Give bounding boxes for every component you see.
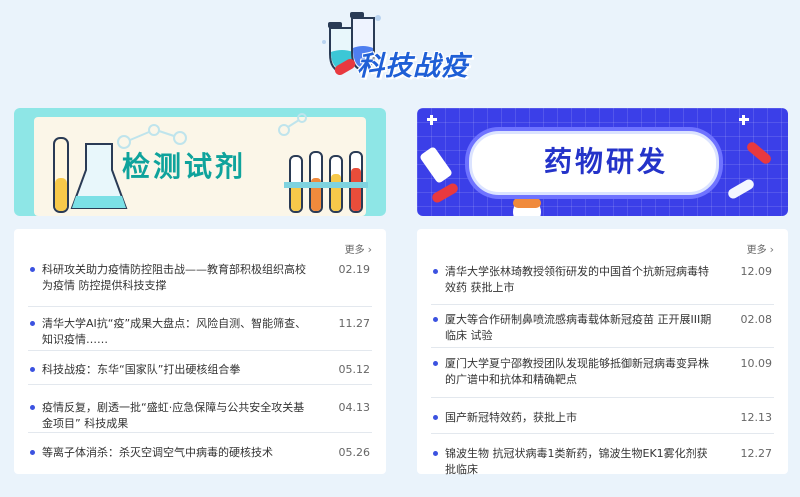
news-title[interactable]: 疫情反复，剧透一批“盛虹·应急保障与公共安全攻关基金项目” 科技成果 <box>42 400 312 432</box>
news-title[interactable]: 厦大等合作研制鼻喷流感病毒载体新冠疫苗 正开展III期临床 试验 <box>445 312 715 344</box>
banner-title-drug: 药物研发 <box>544 145 669 178</box>
news-panel-drug: 更多 › 清华大学张林琦教授领衔研发的中国首个抗新冠病毒特效药 获批上市 12.0… <box>417 229 788 476</box>
news-date: 05.12 <box>338 363 371 376</box>
bullet-dot-icon <box>30 267 35 272</box>
news-panel-detection: 更多 › 科研攻关助力疫情防控阻击战——教育部积极组织高校为疫情 防控提供科技支撑… <box>14 229 386 474</box>
list-item[interactable]: 疫情反复，剧透一批“盛虹·应急保障与公共安全攻关基金项目” 科技成果 04.13 <box>28 385 372 433</box>
list-item[interactable]: 清华大学AI抗“疫”成果大盘点：风险自测、智能筛查、知识疫情…… 11.27 <box>28 307 372 351</box>
news-date: 04.13 <box>338 401 371 414</box>
news-date: 12.09 <box>740 265 773 278</box>
news-title[interactable]: 科技战疫：东华“国家队”打出硬核组合拳 <box>42 362 312 378</box>
list-item[interactable]: 国产新冠特效药，获批上市 12.13 <box>431 398 774 434</box>
bullet-dot-icon <box>433 415 438 420</box>
list-item[interactable]: 厦门大学夏宁邵教授团队发现能够抵御新冠病毒变异株的广谱中和抗体和精确靶点 10.… <box>431 348 774 398</box>
bullet-dot-icon <box>30 321 35 326</box>
news-title[interactable]: 锦波生物 抗冠状病毒1类新药，锦波生物EK1雾化剂获批临床 <box>445 446 715 478</box>
bullet-dot-icon <box>433 361 438 366</box>
chevron-right-icon: › <box>769 243 774 256</box>
bullet-dot-icon <box>30 367 35 372</box>
bullet-dot-icon <box>433 451 438 456</box>
news-title[interactable]: 清华大学AI抗“疫”成果大盘点：风险自测、智能筛查、知识疫情…… <box>42 316 312 348</box>
list-item[interactable]: 等离子体消杀：杀灭空调空气中病毒的硬核技术 05.26 <box>28 433 372 469</box>
news-title[interactable]: 厦门大学夏宁邵教授团队发现能够抵御新冠病毒变异株的广谱中和抗体和精确靶点 <box>445 356 715 388</box>
list-item[interactable]: 科技战疫：东华“国家队”打出硬核组合拳 05.12 <box>28 351 372 385</box>
list-item[interactable]: 锦波生物 抗冠状病毒1类新药，锦波生物EK1雾化剂获批临床 12.27 <box>431 434 774 478</box>
banner-title-detection: 检测试剂 <box>122 150 247 183</box>
news-date: 05.26 <box>338 446 371 459</box>
more-link-label: 更多 <box>344 245 365 256</box>
news-title[interactable]: 等离子体消杀：杀灭空调空气中病毒的硬核技术 <box>42 445 312 461</box>
news-date: 02.19 <box>338 263 371 276</box>
news-list-left: 科研攻关助力疫情防控阻击战——教育部积极组织高校为疫情 防控提供科技支撑 02.… <box>28 259 372 469</box>
list-item[interactable]: 清华大学张林琦教授领衔研发的中国首个抗新冠病毒特效药 获批上市 12.09 <box>431 259 774 305</box>
more-link-right[interactable]: 更多 › <box>747 241 774 256</box>
more-link-label: 更多 <box>746 245 767 256</box>
more-link-left[interactable]: 更多 › <box>345 241 372 256</box>
news-date: 02.08 <box>740 313 773 326</box>
bullet-dot-icon <box>433 269 438 274</box>
news-title[interactable]: 清华大学张林琦教授领衔研发的中国首个抗新冠病毒特效药 获批上市 <box>445 264 715 296</box>
news-list-right: 清华大学张林琦教授领衔研发的中国首个抗新冠病毒特效药 获批上市 12.09 厦大… <box>431 259 774 478</box>
list-item[interactable]: 厦大等合作研制鼻喷流感病毒载体新冠疫苗 正开展III期临床 试验 02.08 <box>431 305 774 348</box>
news-date: 12.13 <box>740 411 773 424</box>
bullet-dot-icon <box>30 405 35 410</box>
list-item[interactable]: 科研攻关助力疫情防控阻击战——教育部积极组织高校为疫情 防控提供科技支撑 02.… <box>28 259 372 307</box>
news-title[interactable]: 国产新冠特效药，获批上市 <box>445 410 715 426</box>
page-title: 科技战疫 <box>357 51 469 82</box>
news-date: 11.27 <box>338 317 371 330</box>
chevron-right-icon: › <box>367 243 372 256</box>
news-title[interactable]: 科研攻关助力疫情防控阻击战——教育部积极组织高校为疫情 防控提供科技支撑 <box>42 262 312 294</box>
bullet-dot-icon <box>30 450 35 455</box>
news-date: 12.27 <box>740 447 773 460</box>
news-date: 10.09 <box>740 357 773 370</box>
bullet-dot-icon <box>433 317 438 322</box>
